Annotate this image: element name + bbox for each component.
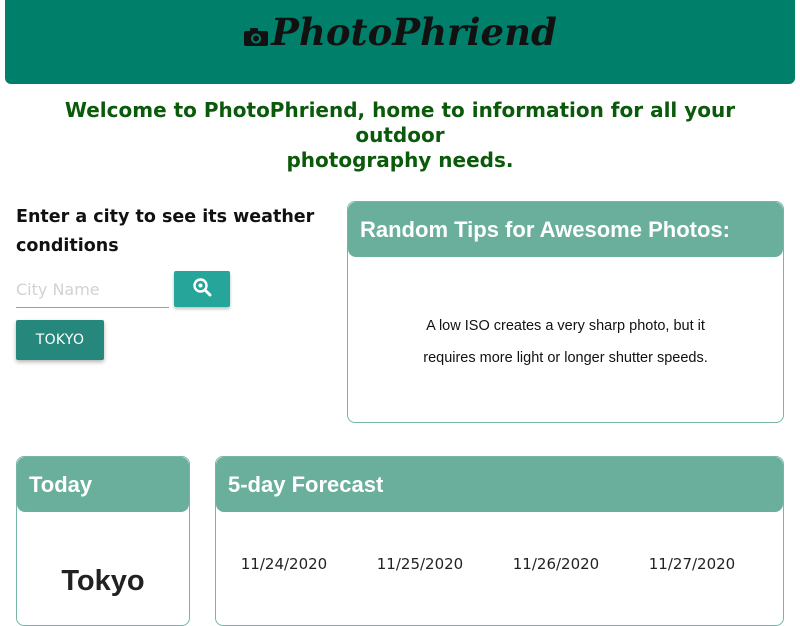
city-name-input[interactable] bbox=[16, 272, 169, 308]
today-city-name: Tokyo bbox=[61, 565, 145, 597]
forecast-date: 11/24/2020 bbox=[240, 555, 328, 573]
today-card-title: Today bbox=[17, 457, 189, 512]
welcome-line-2: photography needs. bbox=[286, 148, 514, 172]
tips-card: Random Tips for Awesome Photos: A low IS… bbox=[347, 201, 784, 423]
search-button[interactable] bbox=[174, 271, 230, 307]
forecast-card: 5-day Forecast 11/24/2020 11/25/2020 11/… bbox=[215, 456, 784, 626]
welcome-message: Welcome to PhotoPhriend, home to informa… bbox=[20, 98, 780, 173]
tip-line-1: A low ISO creates a very sharp photo, bu… bbox=[426, 318, 705, 334]
history-city-button-tokyo[interactable]: TOKYO bbox=[16, 320, 104, 360]
site-header: PhotoPhriend bbox=[5, 0, 795, 84]
forecast-date: 11/26/2020 bbox=[512, 555, 600, 573]
brand-logo[interactable]: PhotoPhriend bbox=[5, 6, 795, 62]
tips-card-title: Random Tips for Awesome Photos: bbox=[348, 202, 783, 257]
forecast-date: 11/25/2020 bbox=[376, 555, 464, 573]
search-prompt-line-1: Enter a city to see its weather bbox=[16, 207, 315, 227]
tip-text: A low ISO creates a very sharp photo, bu… bbox=[348, 310, 783, 374]
brand-name: PhotoPhriend bbox=[271, 10, 557, 54]
forecast-date: 11/27/2020 bbox=[648, 555, 736, 573]
search-prompt-line-2: conditions bbox=[16, 236, 119, 256]
forecast-card-title: 5-day Forecast bbox=[216, 457, 783, 512]
search-icon bbox=[192, 277, 212, 301]
camera-icon bbox=[243, 8, 269, 60]
tip-line-2: requires more light or longer shutter sp… bbox=[423, 350, 708, 366]
welcome-line-1: Welcome to PhotoPhriend, home to informa… bbox=[64, 98, 736, 147]
today-card: Today Tokyo bbox=[16, 456, 190, 626]
forecast-dates: 11/24/2020 11/25/2020 11/26/2020 11/27/2… bbox=[216, 555, 783, 579]
search-prompt: Enter a city to see its weather conditio… bbox=[16, 203, 316, 261]
